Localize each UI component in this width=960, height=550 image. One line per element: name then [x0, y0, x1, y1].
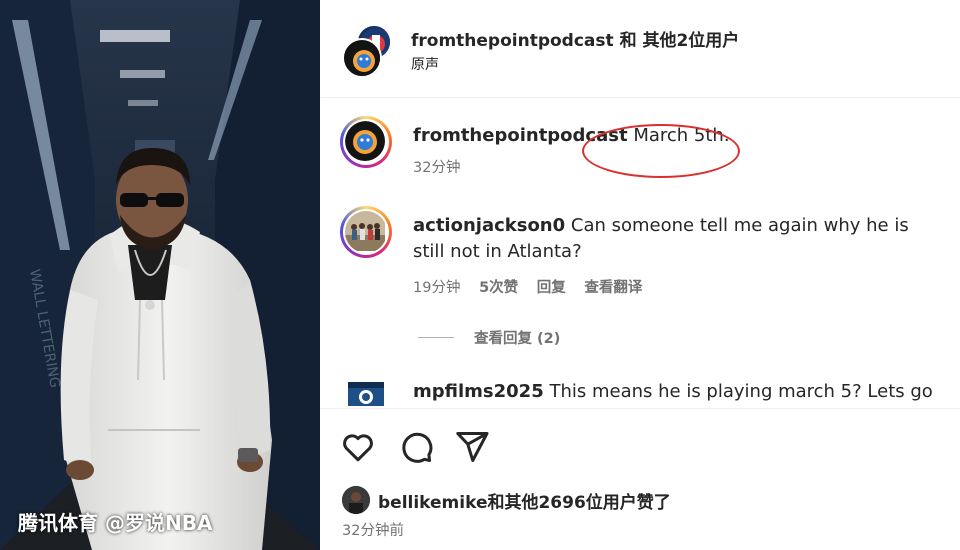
- view-replies-button[interactable]: 查看回复 (2): [418, 327, 560, 348]
- liked-by-text[interactable]: bellikemike和其他2696位用户赞了: [378, 488, 671, 513]
- heart-icon[interactable]: [340, 429, 376, 465]
- comment-text: This means he is playing march 5? Lets g…: [549, 381, 933, 402]
- post-time[interactable]: 32分钟前: [342, 519, 404, 540]
- header-title[interactable]: fromthepointpodcast 和 其他2位用户: [411, 26, 739, 51]
- commenter-avatar[interactable]: [344, 374, 388, 406]
- share-icon[interactable]: [454, 429, 490, 465]
- collab-avatar-1[interactable]: [342, 38, 382, 78]
- comment-meta: 19分钟 5次赞 回复 查看翻译: [413, 276, 656, 297]
- comment-likes[interactable]: 5次赞: [479, 280, 518, 296]
- comment-text-row: actionjackson0 Can someone tell me again…: [413, 213, 943, 265]
- comment-time: 32分钟: [413, 160, 461, 176]
- collab-avatars[interactable]: [340, 22, 396, 78]
- video-image: WALL LETTERING: [0, 0, 320, 550]
- commenter-avatar[interactable]: [340, 206, 392, 258]
- original-audio-label[interactable]: 原声: [411, 54, 439, 74]
- video-frame[interactable]: WALL LETTERING 腾讯体育 @罗说NBA: [0, 0, 320, 550]
- film-camera-icon: [348, 382, 384, 406]
- comment-username[interactable]: actionjackson0: [413, 215, 565, 236]
- watermark-text: 腾讯体育 @罗说NBA: [18, 511, 213, 535]
- liker-photo-icon: [342, 486, 370, 514]
- action-bar: bellikemike和其他2696位用户赞了 32分钟前: [320, 408, 960, 550]
- comment-icon[interactable]: [398, 429, 434, 465]
- liked-by-row[interactable]: bellikemike和其他2696位用户赞了: [342, 485, 671, 515]
- liker-avatar[interactable]: [342, 486, 370, 514]
- podcast-logo-icon: [345, 121, 385, 161]
- comment-username[interactable]: mpfilms2025: [413, 381, 544, 402]
- comment-text-row: mpfilms2025 This means he is playing mar…: [413, 379, 943, 405]
- view-replies-label: 查看回复 (2): [474, 331, 561, 347]
- reply-button[interactable]: 回复: [537, 280, 566, 296]
- comment-meta: 32分钟: [413, 156, 474, 177]
- replies-divider: [418, 337, 454, 338]
- comments-panel: fromthepointpodcast 和 其他2位用户 原声 fromthep…: [320, 0, 960, 550]
- translate-button[interactable]: 查看翻译: [584, 280, 642, 296]
- podcast-logo-icon: [346, 42, 380, 76]
- comment-time: 19分钟: [413, 280, 461, 296]
- red-annotation-circle: [582, 124, 740, 178]
- group-photo-icon: [345, 211, 385, 251]
- post-header: fromthepointpodcast 和 其他2位用户 原声: [320, 0, 960, 98]
- comment-list[interactable]: fromthepointpodcast March 5th. 32分钟 acti…: [320, 99, 960, 406]
- commenter-avatar[interactable]: [340, 116, 392, 168]
